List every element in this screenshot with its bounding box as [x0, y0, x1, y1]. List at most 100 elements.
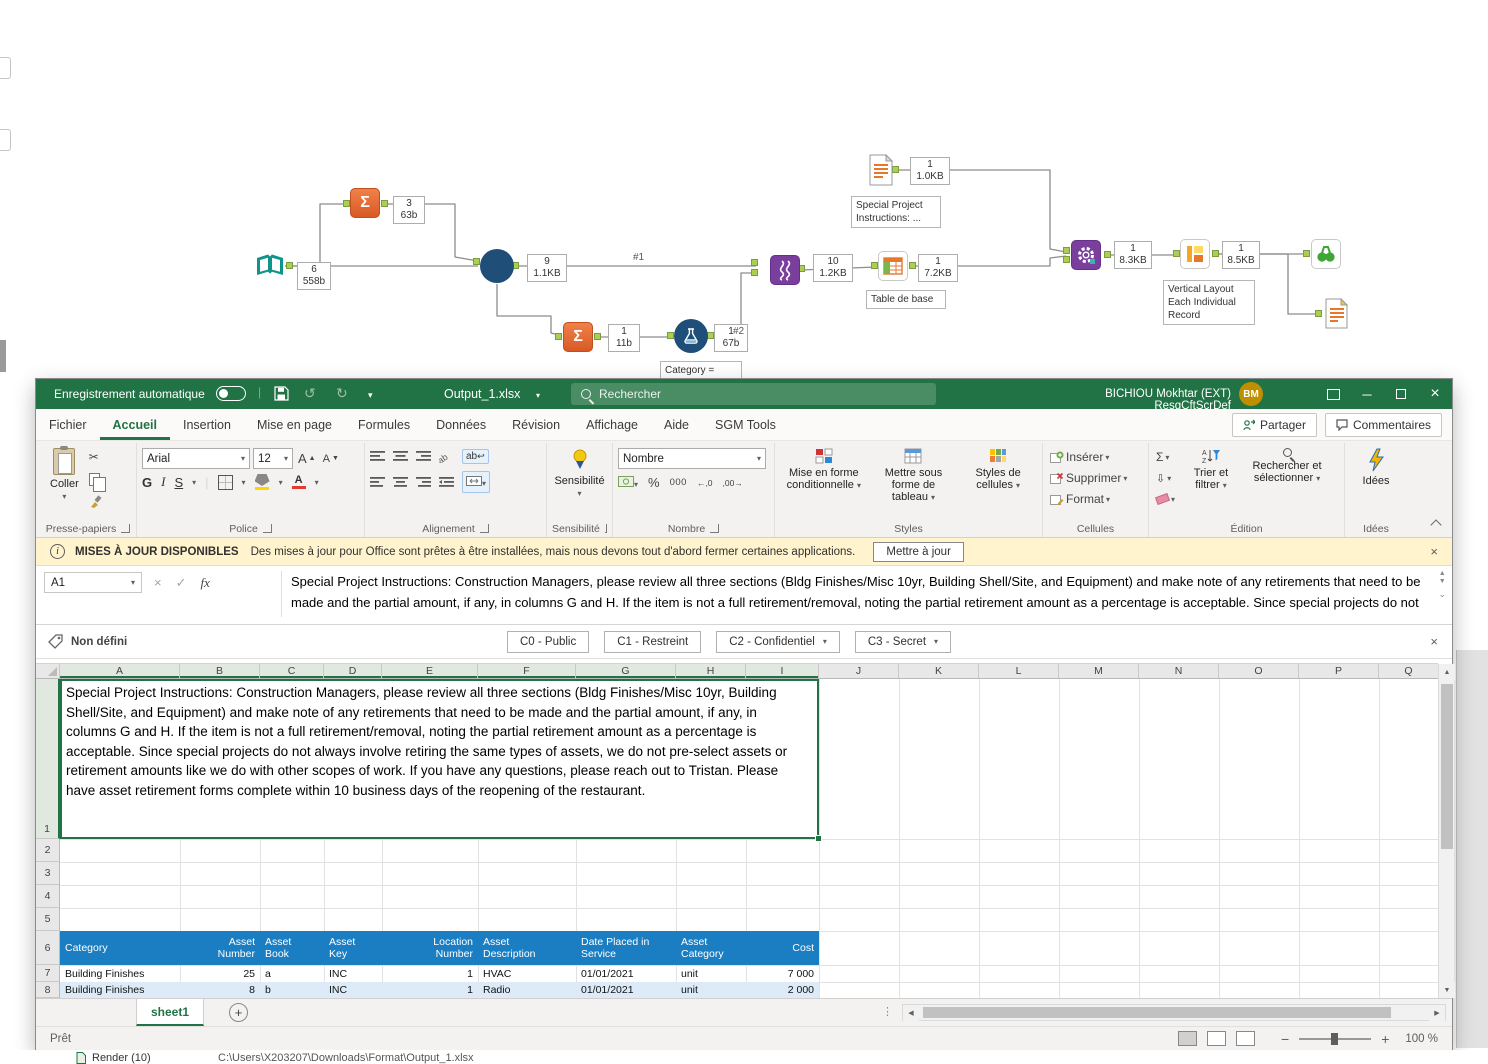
scroll-right-icon[interactable]: ▶ [1429, 1005, 1445, 1021]
row-header-4[interactable]: 4 [36, 885, 60, 908]
format-painter-button[interactable] [87, 492, 108, 510]
cell[interactable]: INC [324, 965, 382, 982]
tab-affichage[interactable]: Affichage [573, 409, 651, 440]
add-sheet-button[interactable]: + [229, 1003, 248, 1022]
quick-access-caret-icon[interactable]: ▾ [368, 388, 373, 402]
column-header-g[interactable]: G [576, 664, 676, 678]
cell[interactable]: b [260, 982, 324, 998]
column-header-a[interactable]: A [60, 664, 180, 678]
normal-view-button[interactable] [1178, 1031, 1198, 1046]
cell[interactable]: 2 000 [746, 982, 819, 998]
zoom-level[interactable]: 100 % [1405, 1033, 1438, 1045]
save-icon[interactable] [274, 386, 289, 401]
accounting-format-button[interactable]: ▾ [618, 475, 638, 490]
format-as-table-button[interactable]: Mettre sous forme de tableau ▾ [871, 445, 957, 507]
browse-tool[interactable] [1311, 239, 1341, 269]
formula-bar-scroll[interactable]: ▲ ▼ ⌄ [1438, 570, 1446, 599]
alignment-dialog-launcher[interactable] [479, 524, 489, 533]
cut-button[interactable]: ✂ [87, 448, 108, 466]
render-tab-label[interactable]: Render (10) [92, 1052, 151, 1064]
header-cell[interactable]: Location Number [382, 931, 478, 965]
basic-table-tool[interactable] [878, 251, 908, 281]
cell[interactable]: 25 [180, 965, 260, 982]
fill-button[interactable]: ⇩ ▾ [1154, 469, 1177, 487]
orientation-icon[interactable]: ab [439, 451, 454, 463]
insert-function-icon[interactable]: fx [201, 575, 210, 591]
cell[interactable]: Building Finishes [60, 982, 180, 998]
scrollbar-thumb[interactable] [923, 1007, 1391, 1018]
maximize-button[interactable] [1384, 379, 1418, 409]
delete-cells-button[interactable]: Supprimer ▾ [1048, 469, 1143, 487]
row-header-8[interactable]: 8 [36, 982, 60, 998]
column-header-c[interactable]: C [260, 664, 324, 678]
tab-fichier[interactable]: Fichier [36, 409, 100, 440]
comments-button[interactable]: Commentaires [1324, 412, 1442, 437]
zoom-out-button[interactable]: − [1281, 1031, 1289, 1047]
column-header-m[interactable]: M [1059, 664, 1139, 678]
row-header-5[interactable]: 5 [36, 908, 60, 931]
insert-cells-button[interactable]: Insérer ▾ [1048, 448, 1143, 466]
scrollbar-thumb[interactable] [1441, 684, 1453, 849]
sort-filter-button[interactable]: AZ Trier et filtrer ▾ [1180, 445, 1242, 495]
classification-c2-button[interactable]: C2 - Confidentiel ▾ [716, 630, 840, 653]
decrease-decimal-button[interactable]: ,00→ [723, 478, 743, 488]
underline-caret-icon[interactable]: ▾ [192, 478, 196, 487]
header-cell[interactable]: Asset Book [260, 931, 324, 965]
ideas-button[interactable]: Idées [1358, 445, 1395, 490]
find-select-button[interactable]: Rechercher et sélectionner ▾ [1245, 445, 1329, 488]
classification-c1-button[interactable]: C1 - Restreint [604, 630, 702, 653]
tab-sgm-tools[interactable]: SGM Tools [702, 409, 789, 440]
increase-decimal-button[interactable]: ←,0 [697, 478, 713, 488]
page-layout-view-button[interactable] [1207, 1031, 1227, 1046]
align-top-icon[interactable] [370, 451, 385, 462]
column-header-e[interactable]: E [382, 664, 478, 678]
ribbon-display-options-button[interactable] [1316, 379, 1350, 409]
font-dialog-launcher[interactable] [262, 524, 272, 533]
tab-mise-en-page[interactable]: Mise en page [244, 409, 345, 440]
table-row[interactable]: Building Finishes 8 b INC 1 Radio 01/01/… [60, 982, 819, 998]
sensitivity-dialog-launcher[interactable] [604, 524, 607, 533]
font-color-button[interactable]: A [291, 475, 306, 489]
column-header-b[interactable]: B [180, 664, 260, 678]
tab-revision[interactable]: Révision [499, 409, 573, 440]
share-button[interactable]: Partager [1231, 412, 1317, 437]
column-header-k[interactable]: K [899, 664, 979, 678]
align-bottom-icon[interactable] [416, 451, 431, 462]
search-box[interactable]: Rechercher [571, 383, 936, 405]
tab-aide[interactable]: Aide [651, 409, 702, 440]
vertical-scrollbar[interactable]: ▲ ▼ [1438, 664, 1455, 998]
column-header-f[interactable]: F [478, 664, 576, 678]
table-row[interactable]: Building Finishes 25 a INC 1 HVAC 01/01/… [60, 965, 819, 982]
sheet-grid[interactable]: 1 2 3 4 5 6 7 8 Special Project Instruct… [36, 679, 1438, 998]
cell[interactable]: unit [676, 982, 746, 998]
row-header-3[interactable]: 3 [36, 862, 60, 885]
number-dialog-launcher[interactable] [710, 524, 720, 533]
cell[interactable]: unit [676, 965, 746, 982]
titlebar[interactable]: Enregistrement automatique | ↺ ↻ ▾ Outpu… [36, 379, 1452, 412]
font-name-select[interactable]: Arial ▾ [142, 448, 250, 469]
summarize-tool[interactable]: Σ [563, 322, 593, 352]
cell[interactable]: 8 [180, 982, 260, 998]
macro-tool[interactable] [480, 249, 514, 283]
format-cells-button[interactable]: Format ▾ [1048, 490, 1143, 508]
column-header-q[interactable]: Q [1379, 664, 1438, 678]
filename[interactable]: Output_1.xlsx [444, 387, 520, 401]
horizontal-scrollbar[interactable]: ◀ ▶ [902, 1004, 1446, 1021]
name-box[interactable]: A1 ▾ [44, 572, 142, 593]
collapse-ribbon-icon[interactable] [1430, 519, 1442, 531]
column-header-h[interactable]: H [676, 664, 746, 678]
column-header-d[interactable]: D [324, 664, 382, 678]
clear-button[interactable]: ▾ [1154, 490, 1177, 508]
render-tool[interactable] [1323, 298, 1351, 330]
cell[interactable]: a [260, 965, 324, 982]
column-header-i[interactable]: I [746, 664, 819, 678]
select-all-button[interactable] [36, 664, 60, 678]
report-text-t ool[interactable] [866, 154, 896, 186]
tab-donnees[interactable]: Données [423, 409, 499, 440]
column-header-l[interactable]: L [979, 664, 1059, 678]
cell[interactable]: HVAC [478, 965, 576, 982]
table-header-row[interactable]: Category Asset Number Asset Book Asset K… [60, 931, 819, 965]
zoom-slider[interactable] [1299, 1032, 1372, 1045]
row-header-1[interactable]: 1 [36, 679, 60, 839]
column-header-j[interactable]: J [819, 664, 899, 678]
